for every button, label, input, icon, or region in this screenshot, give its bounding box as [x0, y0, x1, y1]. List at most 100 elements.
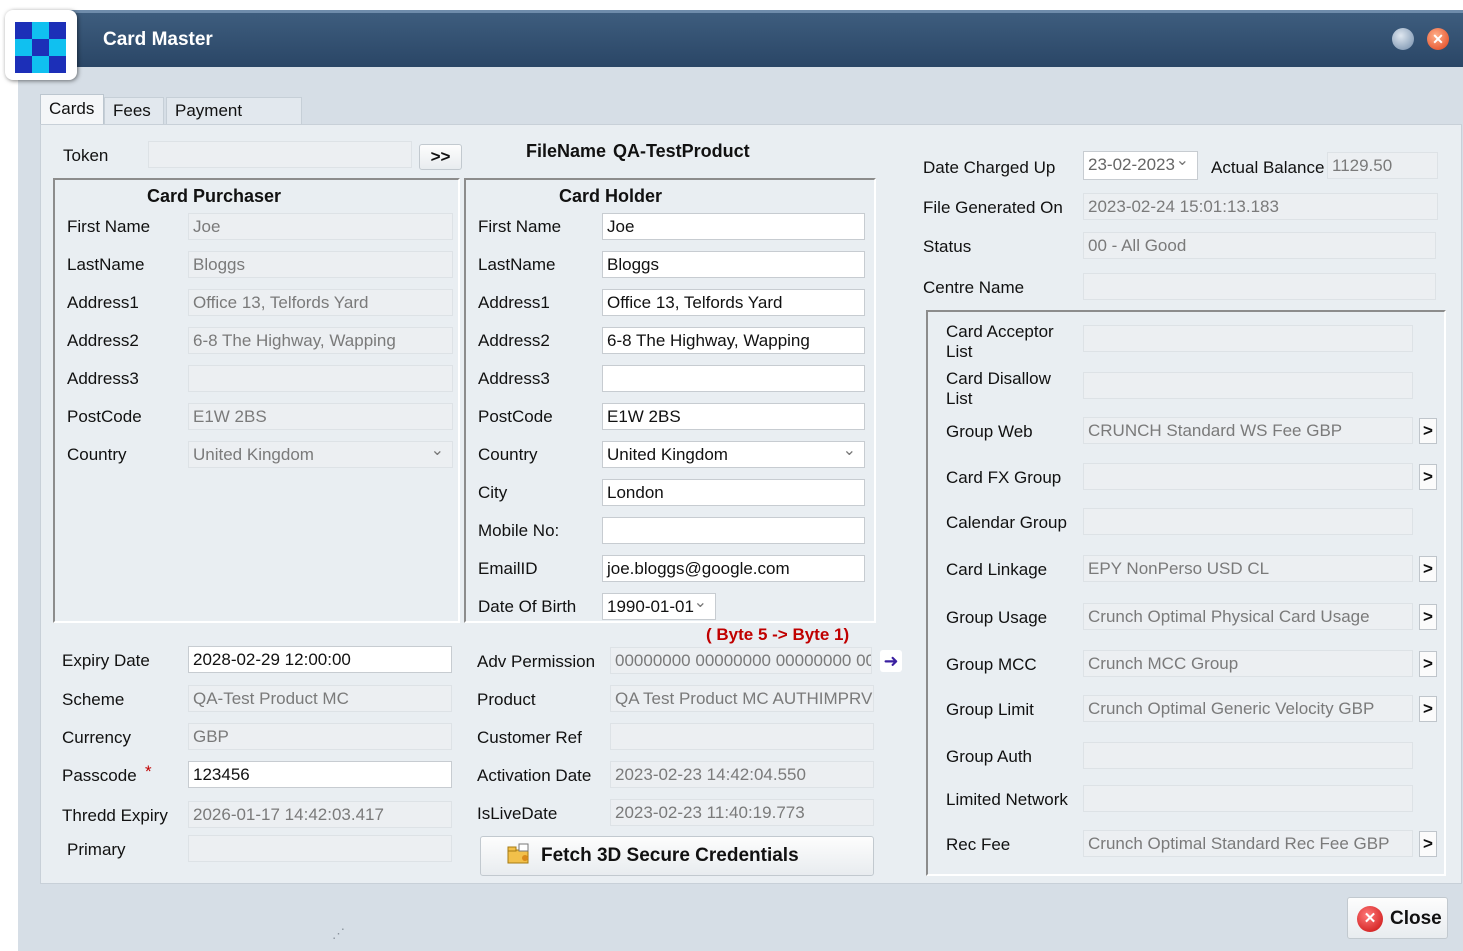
purchaser-field[interactable]: 6-8 The Highway, Wapping — [188, 327, 453, 354]
holder-label: Address3 — [478, 369, 550, 388]
close-window-icon[interactable]: ✕ — [1427, 28, 1449, 50]
purchaser-label: LastName — [67, 255, 145, 274]
lower-mid-field[interactable]: 00000000 00000000 00000000 00000000 — [610, 647, 872, 674]
token-go-button[interactable]: >> — [419, 144, 462, 170]
group-arrow-button[interactable]: > — [1419, 696, 1437, 722]
fetch-3d-secure-label: Fetch 3D Secure Credentials — [541, 845, 799, 866]
centre-name-label: Centre Name — [923, 278, 1025, 297]
purchaser-label: Country — [67, 445, 127, 464]
group-label: Group Limit — [946, 700, 1034, 719]
group-arrow-button[interactable]: > — [1419, 418, 1437, 444]
purchaser-field[interactable]: United Kingdom — [188, 441, 453, 468]
file-generated-label: File Generated On — [923, 198, 1063, 217]
group-arrow-button[interactable]: > — [1419, 556, 1437, 582]
group-field[interactable] — [1083, 325, 1413, 352]
group-field[interactable]: Crunch Optimal Standard Rec Fee GBP — [1083, 830, 1413, 857]
lower-mid-label: Customer Ref — [477, 728, 582, 747]
purchaser-label: Address2 — [67, 331, 139, 350]
holder-label: First Name — [478, 217, 562, 236]
filename-value: QA-TestProduct — [613, 141, 750, 161]
purchaser-label: PostCode — [67, 407, 142, 426]
group-field[interactable] — [1083, 508, 1413, 535]
group-field[interactable]: CRUNCH Standard WS Fee GBP — [1083, 417, 1413, 444]
lower-mid-label: Adv Permission — [477, 652, 596, 671]
purchaser-field[interactable]: E1W 2BS — [188, 403, 453, 430]
purchaser-field[interactable]: Bloggs — [188, 251, 453, 278]
lower-mid-field[interactable] — [610, 723, 874, 750]
title-bar — [18, 10, 1463, 67]
tab-payment-tokens[interactable]: Payment Tokens — [166, 97, 302, 145]
group-arrow-button[interactable]: > — [1419, 831, 1437, 857]
group-arrow-button[interactable]: > — [1419, 604, 1437, 630]
purchaser-label: First Name — [67, 217, 151, 236]
purchaser-field[interactable] — [188, 365, 453, 392]
lower-left-field[interactable] — [188, 835, 452, 862]
holder-field[interactable]: Joe — [602, 213, 865, 240]
holder-field[interactable] — [602, 517, 865, 544]
folder-key-icon — [507, 843, 531, 865]
lower-mid-field[interactable]: QA Test Product MC AUTHIMPRV — [610, 685, 874, 712]
holder-field[interactable] — [602, 365, 865, 392]
lower-left-field[interactable]: GBP — [188, 723, 452, 750]
group-field[interactable] — [1083, 742, 1413, 769]
status-label: Status — [923, 237, 972, 256]
holder-field[interactable]: Bloggs — [602, 251, 865, 278]
holder-field[interactable]: joe.bloggs@google.com — [602, 555, 865, 582]
group-field[interactable]: EPY NonPerso USD CL — [1083, 555, 1413, 582]
token-input[interactable] — [148, 141, 412, 168]
group-field[interactable] — [1083, 463, 1413, 490]
window-title: Card Master — [103, 29, 213, 50]
date-charged-picker[interactable]: 23-02-2023 — [1083, 151, 1198, 180]
group-field[interactable]: Crunch MCC Group — [1083, 650, 1413, 677]
holder-field[interactable]: Office 13, Telfords Yard — [602, 289, 865, 316]
lower-mid-field[interactable]: 2023-02-23 11:40:19.773 — [610, 799, 874, 826]
holder-label: Mobile No: — [478, 521, 560, 540]
group-field[interactable] — [1083, 372, 1413, 399]
close-button-label: Close — [1390, 908, 1442, 929]
lower-left-field[interactable]: 2026-01-17 14:42:03.417 — [188, 801, 452, 828]
holder-field[interactable]: 6-8 The Highway, Wapping — [602, 327, 865, 354]
group-label: Card Linkage — [946, 560, 1048, 579]
holder-label: LastName — [478, 255, 556, 274]
resize-grip-icon[interactable]: ⋰ — [332, 926, 345, 942]
purchaser-label: Address1 — [67, 293, 139, 312]
lower-mid-label: Product — [477, 690, 536, 709]
holder-label: Address2 — [478, 331, 550, 350]
group-field[interactable] — [1083, 785, 1413, 812]
minimize-icon[interactable] — [1392, 28, 1414, 50]
purchaser-field[interactable]: Office 13, Telfords Yard — [188, 289, 453, 316]
lower-left-field[interactable]: 2028-02-29 12:00:00 — [188, 646, 452, 673]
lower-mid-field[interactable]: 2023-02-23 14:42:04.550 — [610, 761, 874, 788]
tab-fees[interactable]: Fees — [104, 97, 164, 124]
holder-label: EmailID — [478, 559, 538, 578]
close-button[interactable]: ✕ Close — [1347, 897, 1448, 939]
lower-left-label: Expiry Date — [62, 651, 150, 670]
group-arrow-button[interactable]: > — [1419, 651, 1437, 677]
fetch-3d-secure-button[interactable]: Fetch 3D Secure Credentials — [480, 836, 874, 876]
lower-left-field[interactable]: QA-Test Product MC — [188, 685, 452, 712]
holder-field[interactable]: United Kingdom — [602, 441, 865, 468]
purchaser-label: Address3 — [67, 369, 139, 388]
actual-balance-field[interactable]: 1129.50 — [1327, 152, 1438, 179]
lower-left-field[interactable]: 123456 — [188, 761, 452, 788]
tab-cards[interactable]: Cards — [40, 94, 104, 126]
lower-left-label: Primary — [67, 840, 126, 859]
group-arrow-button[interactable]: > — [1419, 464, 1437, 490]
group-field[interactable]: Crunch Optimal Physical Card Usage — [1083, 603, 1413, 630]
file-generated-field[interactable]: 2023-02-24 15:01:13.183 — [1083, 193, 1438, 220]
adv-permission-arrow-icon[interactable]: ➜ — [880, 650, 902, 672]
holder-field[interactable]: 1990-01-01 — [602, 593, 716, 620]
holder-field[interactable]: London — [602, 479, 865, 506]
holder-field[interactable]: E1W 2BS — [602, 403, 865, 430]
holder-label: Address1 — [478, 293, 550, 312]
group-label: Rec Fee — [946, 835, 1011, 854]
centre-name-field[interactable] — [1083, 273, 1436, 300]
group-label: Group Auth — [946, 747, 1033, 766]
group-field[interactable]: Crunch Optimal Generic Velocity GBP — [1083, 695, 1413, 722]
app-icon — [5, 10, 77, 80]
holder-label: City — [478, 483, 508, 502]
group-label: Calendar Group — [946, 513, 1067, 532]
purchaser-field[interactable]: Joe — [188, 213, 453, 240]
status-field[interactable]: 00 - All Good — [1083, 232, 1436, 259]
date-charged-label: Date Charged Up — [923, 158, 1056, 177]
